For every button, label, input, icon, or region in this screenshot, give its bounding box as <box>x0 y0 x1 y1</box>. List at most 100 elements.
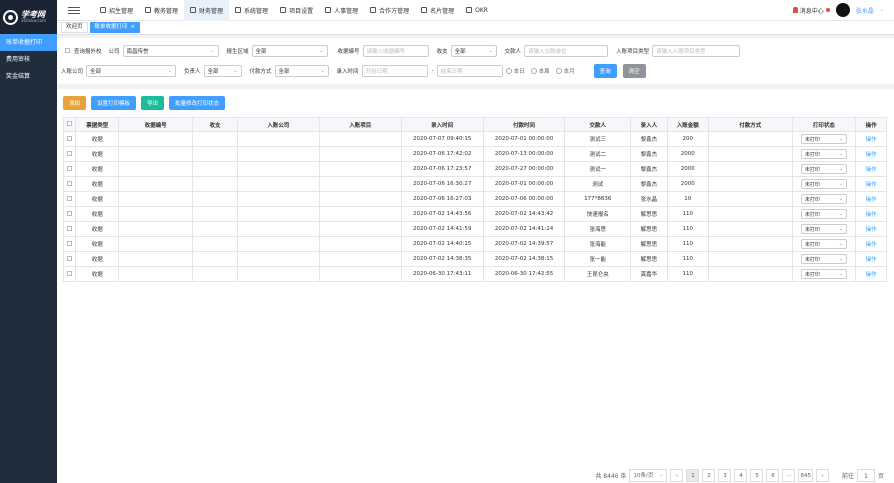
end-date-input[interactable]: 结束日期 <box>436 64 503 77</box>
hamburger-icon[interactable] <box>68 5 80 16</box>
col-inout[interactable]: 收支 <box>191 117 238 132</box>
page-5[interactable]: 5 <box>750 468 764 482</box>
page-size-select[interactable]: 10条/页 ⌄ <box>629 468 668 482</box>
print-status-select[interactable]: 未打印 ⌄ <box>800 149 847 159</box>
page-1[interactable]: 1 <box>686 468 700 482</box>
row-action-link[interactable]: 操作 <box>866 167 877 173</box>
owner-select[interactable]: 全部 ⌄ <box>203 64 242 77</box>
radio-week[interactable]: 本周 <box>530 67 550 75</box>
print-status-select[interactable]: 未打印 ⌄ <box>800 134 847 144</box>
col-receipt-no[interactable]: 收据编号 <box>118 117 193 132</box>
col-entry-time[interactable]: 录入时间 <box>400 117 484 132</box>
cell-inout <box>191 221 238 237</box>
print-status-select[interactable]: 未打印 ⌄ <box>800 239 847 249</box>
add-button[interactable]: 添加 <box>63 96 87 110</box>
row-action-link[interactable]: 操作 <box>866 272 877 278</box>
close-icon[interactable]: × <box>131 22 136 33</box>
col-pay-method[interactable]: 付款方式 <box>707 117 793 132</box>
row-checkbox[interactable] <box>67 210 73 216</box>
page-jump-input[interactable]: 1 <box>856 468 875 482</box>
region-select[interactable]: 全部 ⌄ <box>251 44 328 57</box>
menu-partner[interactable]: 合作方管理 <box>364 0 415 21</box>
col-type[interactable]: 票据类型 <box>75 117 120 132</box>
row-action-link[interactable]: 操作 <box>866 197 877 203</box>
print-status-select[interactable]: 未打印 ⌄ <box>800 224 847 234</box>
chevron-down-icon[interactable]: ⌄ <box>880 7 884 13</box>
company-select[interactable]: 南昌传誉 ⌄ <box>122 44 219 57</box>
out-school-checkbox[interactable] <box>65 48 70 53</box>
menu-system[interactable]: 系统管理 <box>229 0 274 21</box>
payer-input[interactable]: 请输入交款单位 <box>524 44 609 57</box>
print-status-select[interactable]: 未打印 ⌄ <box>800 164 847 174</box>
print-status-select[interactable]: 未打印 ⌄ <box>800 209 847 219</box>
row-action-link[interactable]: 操作 <box>866 182 877 188</box>
cell-inout <box>191 131 238 147</box>
row-action-link[interactable]: 操作 <box>866 137 877 143</box>
row-checkbox[interactable] <box>67 270 73 276</box>
page-3[interactable]: 3 <box>718 468 732 482</box>
print-status-select[interactable]: 未打印 ⌄ <box>800 269 847 279</box>
search-button[interactable]: 查询 <box>593 63 617 78</box>
row-action-link[interactable]: 操作 <box>866 257 877 263</box>
menu-card[interactable]: 名片管理 <box>415 0 460 21</box>
col-project[interactable]: 入账项目 <box>318 117 402 132</box>
next-page-button[interactable]: › <box>815 468 829 482</box>
set-template-button[interactable]: 设置打印模板 <box>91 96 137 110</box>
print-status-select[interactable]: 未打印 ⌄ <box>800 179 847 189</box>
prev-page-button[interactable]: ‹ <box>670 468 684 482</box>
page-ellipsis[interactable]: ··· <box>782 468 796 482</box>
clear-button[interactable]: 清空 <box>622 63 646 78</box>
sidebar-item-bonus[interactable]: 奖金结算 <box>0 68 57 85</box>
batch-status-button[interactable]: 批量修改打印状态 <box>169 96 226 110</box>
menu-finance[interactable]: 财务管理 <box>184 0 230 21</box>
radio-today[interactable]: 本日 <box>505 67 525 75</box>
tab-receipt-print[interactable]: 账单收据打印 × <box>89 22 141 33</box>
menu-okr[interactable]: OKR <box>460 0 494 21</box>
print-status-select[interactable]: 未打印 ⌄ <box>800 254 847 264</box>
menu-project[interactable]: 项目设置 <box>274 0 319 21</box>
message-center[interactable]: 消息中心 <box>792 6 830 15</box>
tab-welcome[interactable]: 欢迎页 <box>61 22 88 33</box>
print-status-select[interactable]: 未打印 ⌄ <box>800 194 847 204</box>
col-company[interactable]: 入账公司 <box>236 117 320 132</box>
page-last[interactable]: 845 <box>798 468 813 482</box>
row-checkbox[interactable] <box>67 150 73 156</box>
row-checkbox[interactable] <box>67 255 73 261</box>
col-pay-time[interactable]: 付款时间 <box>482 117 566 132</box>
page-2[interactable]: 2 <box>702 468 716 482</box>
radio-month[interactable]: 本月 <box>555 67 575 75</box>
row-action-link[interactable]: 操作 <box>866 227 877 233</box>
row-action-link[interactable]: 操作 <box>866 242 877 248</box>
col-payer[interactable]: 交款人 <box>564 117 631 132</box>
col-entered-by[interactable]: 录入人 <box>629 117 668 132</box>
sidebar-item-fee-audit[interactable]: 费用审核 <box>0 51 57 68</box>
row-checkbox[interactable] <box>67 240 73 246</box>
cell-project <box>318 221 402 237</box>
select-all-checkbox[interactable] <box>67 121 73 126</box>
row-action-link[interactable]: 操作 <box>866 212 877 218</box>
row-checkbox[interactable] <box>67 135 73 141</box>
inout-select[interactable]: 全部 ⌄ <box>450 44 497 57</box>
sidebar-item-receipt-print[interactable]: 账单收据打印 <box>0 34 57 51</box>
menu-hr[interactable]: 人事管理 <box>319 0 364 21</box>
row-checkbox[interactable] <box>67 165 73 171</box>
cell-type: 收据 <box>75 146 120 162</box>
col-print-status[interactable]: 打印状态 <box>791 117 857 132</box>
in-company-select[interactable]: 全部 ⌄ <box>86 64 177 77</box>
row-action-link[interactable]: 操作 <box>866 152 877 158</box>
export-button[interactable]: 导出 <box>141 96 165 110</box>
pay-method-select[interactable]: 全部 ⌄ <box>274 64 329 77</box>
project-type-input[interactable]: 请输入入账项目类型 <box>652 44 741 57</box>
user-name[interactable]: 张水晶 <box>856 6 874 15</box>
menu-enrollment[interactable]: 招生管理 <box>94 0 139 21</box>
page-6[interactable]: 6 <box>766 468 780 482</box>
row-checkbox[interactable] <box>67 180 73 186</box>
page-4[interactable]: 4 <box>734 468 748 482</box>
start-date-input[interactable]: 开始日期 <box>361 64 428 77</box>
row-checkbox[interactable] <box>67 195 73 201</box>
col-amount[interactable]: 入账金额 <box>666 117 709 132</box>
receipt-input[interactable]: 请输入收据编号 <box>362 44 429 57</box>
row-checkbox[interactable] <box>67 225 73 231</box>
avatar[interactable] <box>835 3 850 17</box>
menu-academic[interactable]: 教务管理 <box>139 0 184 21</box>
